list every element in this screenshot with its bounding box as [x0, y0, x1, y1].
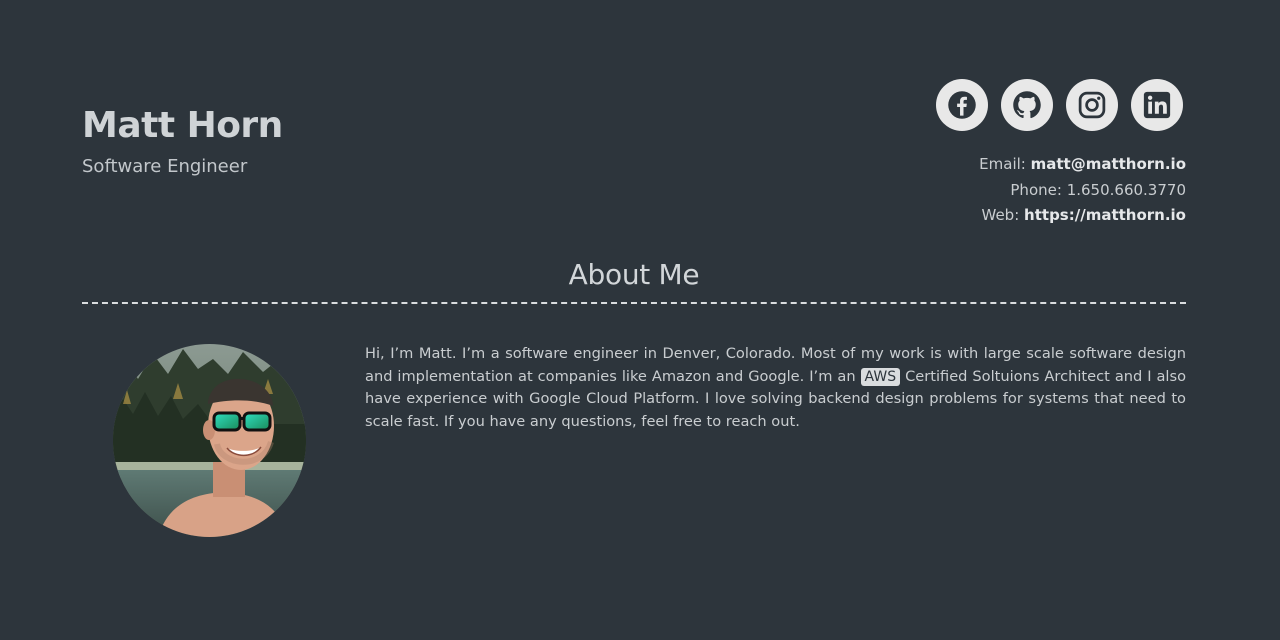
web-link[interactable]: https://matthorn.io: [1024, 206, 1186, 224]
about-bio: Hi, I’m Matt. I’m a software engineer in…: [365, 343, 1186, 433]
profile-page: Matt Horn Software Engineer Email: matt@…: [0, 0, 1280, 640]
contact-info: Email: matt@matthorn.io Phone: 1.650.660…: [979, 152, 1186, 229]
email-label: Email:: [979, 155, 1026, 173]
facebook-icon: [948, 91, 976, 119]
linkedin-icon: [1143, 91, 1171, 119]
avatar: [113, 344, 306, 537]
web-label: Web:: [981, 206, 1020, 224]
linkedin-link[interactable]: [1131, 79, 1183, 131]
email-link[interactable]: matt@matthorn.io: [1031, 155, 1186, 173]
profile-title: Software Engineer: [82, 156, 248, 177]
phone-value: 1.650.660.3770: [1066, 180, 1186, 199]
facebook-link[interactable]: [936, 79, 988, 131]
github-icon: [1013, 91, 1041, 119]
phone-label: Phone:: [1010, 180, 1062, 199]
avatar-photo: [113, 344, 306, 537]
about-heading: About Me: [568, 258, 700, 291]
instagram-icon: [1078, 91, 1106, 119]
social-links: [936, 79, 1183, 131]
instagram-link[interactable]: [1066, 79, 1118, 131]
aws-badge: AWS: [860, 367, 901, 386]
github-link[interactable]: [1001, 79, 1053, 131]
contact-email-row: Email: matt@matthorn.io: [979, 152, 1186, 178]
contact-web-row: Web: https://matthorn.io: [979, 203, 1187, 229]
contact-phone-row: Phone: 1.650.660.3770: [979, 178, 1186, 204]
profile-name: Matt Horn: [82, 105, 283, 146]
section-divider: [82, 302, 1186, 304]
